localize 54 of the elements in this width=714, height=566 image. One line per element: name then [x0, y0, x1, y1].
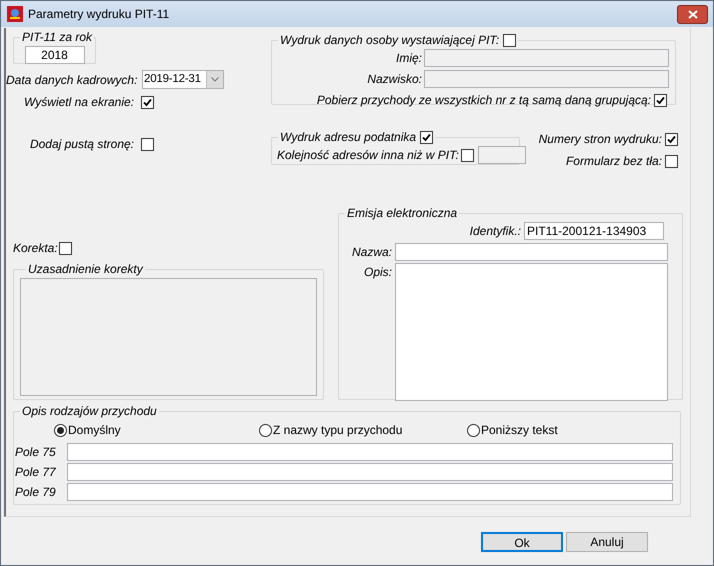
- checkbox[interactable]: [141, 96, 154, 108]
- app-icon: [7, 6, 23, 22]
- date-dropdown[interactable]: 2019-12-31: [142, 70, 224, 89]
- field-label: Numery stron wydruku:: [538, 131, 662, 148]
- checkbox[interactable]: [420, 130, 434, 144]
- field-label: Pole 75: [15, 444, 57, 461]
- close-button[interactable]: [677, 4, 708, 24]
- field-label: Kolejność adresów inna niż w PIT:: [277, 147, 459, 164]
- field-label: Wyświetl na ekranie:: [22, 94, 134, 111]
- field-label: Pobierz przychody ze wszystkich nr z tą samą daną grupującą:: [316, 92, 651, 109]
- field-label: Korekta:: [13, 240, 58, 257]
- text-field[interactable]: [67, 483, 673, 501]
- radio-label: Poniższy tekst: [481, 422, 558, 439]
- checkbox[interactable]: [460, 148, 474, 162]
- text-field[interactable]: [67, 443, 673, 461]
- checkbox[interactable]: [503, 34, 516, 46]
- radio-label: Domyślny: [68, 422, 121, 439]
- chevron-icon: [206, 71, 223, 88]
- text-field[interactable]: [395, 243, 668, 261]
- group-title: Uzasadnienie korekty: [28, 261, 143, 278]
- dropdown-value: 2019-12-31: [143, 72, 202, 87]
- field-label: Opis:: [364, 264, 392, 281]
- group-title: Wydruk adresu podatnika: [280, 129, 416, 146]
- close-icon: [688, 10, 698, 18]
- dialog-button[interactable]: Ok: [481, 532, 563, 552]
- text-field[interactable]: [67, 463, 673, 481]
- field-label: Formularz bez tła:: [566, 153, 662, 170]
- field-label: Nazwisko:: [366, 71, 422, 88]
- radio-button[interactable]: [467, 424, 480, 436]
- window-title: Parametry wydruku PIT-11: [28, 6, 170, 23]
- checkbox[interactable]: [141, 138, 154, 150]
- radio-label: Z nazwy typu przychodu: [273, 422, 402, 439]
- field-label: Identyfik.:: [470, 223, 521, 240]
- group-title: PIT-11 za rok: [22, 29, 92, 46]
- text-field[interactable]: PIT11-200121-134903: [524, 222, 664, 240]
- radio-button[interactable]: [259, 424, 272, 436]
- field-label: Pole 77: [15, 464, 57, 481]
- checkbox[interactable]: [665, 132, 678, 146]
- group-title: Wydruk danych osoby wystawiającej PIT:: [280, 32, 500, 49]
- year-field[interactable]: 2018: [24, 46, 84, 64]
- field-label: Pole 79: [15, 484, 57, 501]
- field-label: Dodaj pustą stronę:: [28, 136, 134, 153]
- radio-option[interactable]: Z nazwy typu przychodu: [259, 421, 467, 439]
- radio-option[interactable]: Poniższy tekst: [467, 421, 558, 439]
- group-title: Opis rodzajów przychodu: [22, 403, 157, 420]
- field-label: Imię:: [394, 50, 422, 67]
- checkbox[interactable]: [665, 154, 678, 168]
- dialog-button[interactable]: Anuluj: [566, 532, 648, 552]
- radio-option[interactable]: Domyślny: [54, 421, 259, 439]
- checkbox[interactable]: [58, 242, 72, 254]
- field-label: Nazwa:: [352, 244, 392, 261]
- group-title: Emisja elektroniczna: [347, 205, 458, 222]
- checkbox[interactable]: [654, 94, 667, 106]
- radio-button[interactable]: [54, 424, 67, 436]
